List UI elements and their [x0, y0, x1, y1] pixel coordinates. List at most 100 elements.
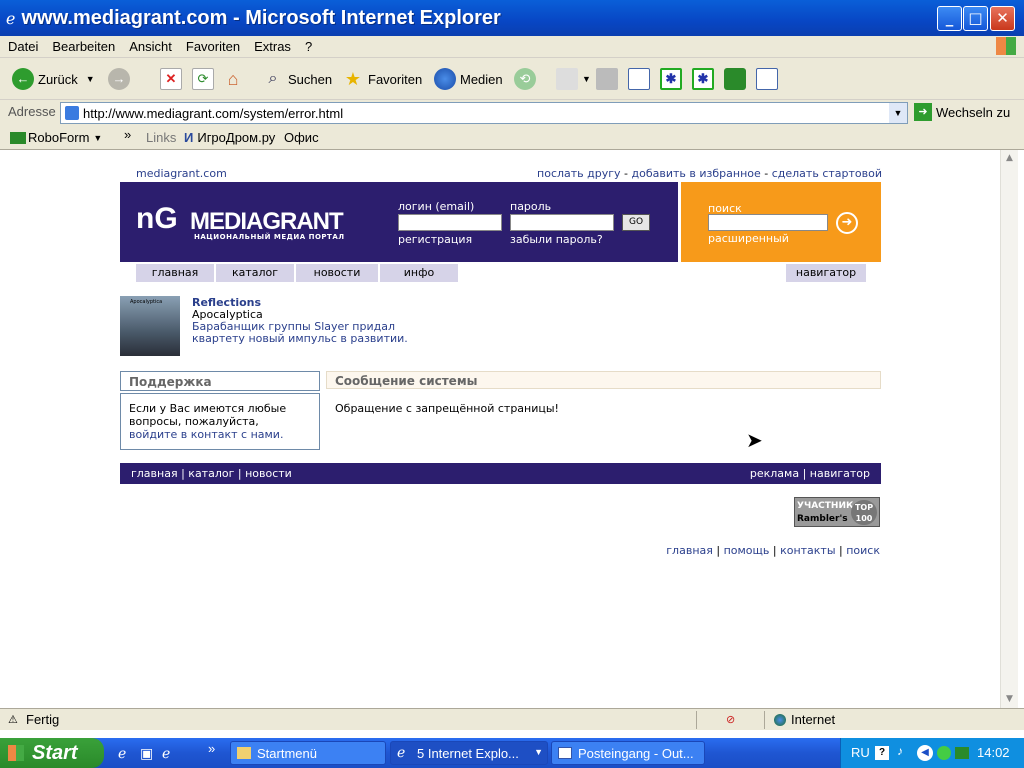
forward-arrow-icon: → — [108, 68, 130, 90]
footer-news[interactable]: новости — [245, 467, 292, 480]
quicklaunch-ie-icon[interactable]: ℯ — [118, 745, 126, 762]
contact-link[interactable]: войдите в контакт с нами. — [129, 428, 311, 441]
send-friend-link[interactable]: послать другу — [537, 167, 621, 180]
quicklaunch-ie2-icon[interactable]: ℯ — [162, 745, 170, 762]
address-input[interactable]: http://www.mediagrant.com/system/error.h… — [60, 102, 908, 124]
roboform-tray-icon[interactable] — [955, 747, 969, 759]
address-url: http://www.mediagrant.com/system/error.h… — [83, 105, 344, 121]
edit-button[interactable] — [628, 66, 654, 92]
menu-extras[interactable]: Extras — [254, 39, 291, 54]
bottom-contacts[interactable]: контакты — [780, 544, 835, 557]
register-link[interactable]: регистрация — [398, 233, 472, 246]
footer-home[interactable]: главная — [131, 467, 178, 480]
password-input[interactable] — [510, 214, 614, 231]
menu-bearbeiten[interactable]: Bearbeiten — [52, 39, 115, 54]
nav-navigator[interactable]: навигатор — [786, 264, 866, 282]
roboform-button[interactable]: RoboForm ▼ — [10, 130, 102, 145]
menu-ansicht[interactable]: Ansicht — [129, 39, 172, 54]
refresh-button[interactable]: ⟳ — [192, 66, 218, 92]
nav-news[interactable]: новости — [296, 264, 378, 282]
stop-button[interactable]: ✕ — [160, 66, 186, 92]
igrodrom-label: ИгроДром.ру — [197, 130, 276, 145]
support-body: Если у Вас имеются любые вопросы, пожалу… — [120, 393, 320, 450]
status-divider — [696, 711, 697, 729]
footer-catalog[interactable]: каталог — [188, 467, 234, 480]
footer-ads[interactable]: реклама — [750, 467, 799, 480]
badge-line2: Rambler's — [797, 514, 848, 524]
footer-navigator[interactable]: навигатор — [810, 467, 870, 480]
windows-flag-icon — [8, 745, 24, 761]
roboform-toolbar-button[interactable] — [724, 66, 750, 92]
nav-home[interactable]: главная — [136, 264, 214, 282]
album-cover[interactable]: Apocalyptica — [120, 296, 180, 356]
top-separator: - — [624, 167, 632, 180]
quicklaunch-more[interactable]: » — [208, 741, 215, 756]
task-ie-label: 5 Internet Explo... — [417, 745, 519, 761]
task-startmenu[interactable]: Startmenü — [230, 741, 386, 765]
rambler-top100-badge[interactable]: УЧАСТНИК Rambler's TOP 100 — [794, 497, 880, 527]
volume-icon[interactable]: ♪ — [897, 744, 903, 758]
nav-catalog[interactable]: каталог — [216, 264, 294, 282]
network-icon[interactable] — [937, 746, 951, 760]
link-button[interactable] — [756, 66, 782, 92]
roboform-dropdown-icon: ▼ — [93, 132, 103, 143]
home-button[interactable]: ⌂ — [222, 66, 248, 92]
link-igrodrom[interactable]: И ИгроДром.ру — [184, 130, 275, 145]
dropdown-arrow-icon[interactable]: ▼ — [86, 74, 95, 84]
search-go-icon[interactable]: ➜ — [836, 212, 858, 234]
login-input[interactable] — [398, 214, 502, 231]
help-icon[interactable]: ? — [875, 746, 889, 760]
media-button[interactable]: Medien — [434, 66, 503, 92]
forward-button[interactable]: → — [108, 66, 134, 92]
bottom-help[interactable]: помощь — [724, 544, 770, 557]
globe-icon — [434, 68, 456, 90]
history-button[interactable]: ⟲ — [514, 66, 540, 92]
task-outlook[interactable]: Posteingang - Out... — [551, 741, 705, 765]
advanced-search-link[interactable]: расширенный — [708, 232, 789, 245]
task-internet-explorer[interactable]: ℯ 5 Internet Explo... ▼ — [390, 741, 548, 765]
start-button[interactable]: Start — [0, 738, 104, 768]
badge-num: 100 — [855, 514, 873, 523]
menu-help[interactable]: ? — [305, 39, 312, 54]
mail-button[interactable]: ▼ — [556, 66, 591, 92]
login-go-button[interactable]: GO — [622, 214, 650, 231]
print-button[interactable] — [596, 66, 622, 92]
go-button[interactable]: ➜ Wechseln zu — [914, 103, 1010, 121]
logo[interactable]: nG MEDIAGRANT НАЦИОНАЛЬНЫЙ МЕДИА ПОРТАЛ — [136, 202, 358, 242]
menu-favoriten[interactable]: Favoriten — [186, 39, 240, 54]
maximize-button[interactable]: □ — [963, 6, 988, 31]
make-start-link[interactable]: сделать стартовой — [772, 167, 882, 180]
scroll-up-arrow-icon[interactable]: ▲ — [1001, 150, 1018, 167]
messenger-button[interactable]: ✱ — [660, 66, 686, 92]
more-chevron[interactable]: » — [124, 127, 131, 142]
task-outlook-label: Posteingang - Out... — [578, 745, 694, 761]
address-dropdown-icon[interactable]: ▼ — [889, 103, 907, 123]
back-button[interactable]: ← Zurück ▼ — [12, 66, 95, 92]
site-link[interactable]: mediagrant.com — [136, 167, 227, 180]
bottom-home[interactable]: главная — [666, 544, 713, 557]
go-label: Wechseln zu — [936, 104, 1011, 120]
search-button[interactable]: ⌕ Suchen — [262, 66, 333, 92]
nav-info[interactable]: инфо — [380, 264, 458, 282]
close-button[interactable]: ✕ — [990, 6, 1015, 31]
vertical-scrollbar[interactable]: ▲ ▼ — [1000, 150, 1018, 708]
add-favorites-link[interactable]: добавить в избранное — [632, 167, 761, 180]
system-tray: RU ? ♪ ◀ 14:02 — [840, 738, 1024, 768]
login-label: логин (email) — [398, 200, 475, 213]
language-indicator[interactable]: RU — [851, 745, 870, 760]
top-separator: - — [764, 167, 772, 180]
messenger2-button[interactable]: ✱ — [692, 66, 718, 92]
scroll-down-arrow-icon[interactable]: ▼ — [1001, 691, 1018, 708]
menu-datei[interactable]: Datei — [8, 39, 38, 54]
link-office[interactable]: Офис — [284, 130, 319, 145]
forgot-password-link[interactable]: забыли пароль? — [510, 233, 603, 246]
star-icon: ★ — [344, 69, 362, 89]
favorites-button[interactable]: ★ Favoriten — [342, 66, 422, 92]
quicklaunch-desktop-icon[interactable]: ▣ — [140, 745, 153, 762]
bottom-search[interactable]: поиск — [846, 544, 880, 557]
menu-bar: Datei Bearbeiten Ansicht Favoriten Extra… — [0, 36, 1024, 58]
tray-expand-icon[interactable]: ◀ — [917, 745, 933, 761]
site-search-input[interactable] — [708, 214, 828, 231]
feature-desc-2[interactable]: квартету новый импульс в развитии. — [192, 332, 408, 345]
minimize-button[interactable]: _ — [937, 6, 962, 31]
